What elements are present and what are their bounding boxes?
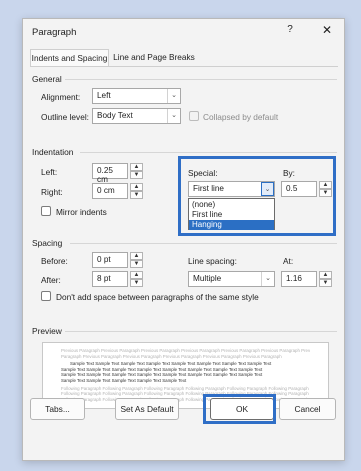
at-input[interactable]: 1.16: [281, 271, 317, 287]
special-highlight-box: [178, 156, 336, 236]
dialog-title: Paragraph: [32, 27, 77, 38]
title-bar: Paragraph ? ✕: [23, 19, 344, 45]
after-spinner[interactable]: ▲ ▼: [130, 271, 143, 287]
collapsed-by-default-checkbox[interactable]: [189, 111, 199, 121]
caret-up-icon[interactable]: ▲: [130, 271, 143, 279]
after-input[interactable]: 8 pt: [92, 271, 128, 287]
caret-down-icon[interactable]: ▼: [130, 279, 143, 287]
chevron-down-icon: ⌄: [261, 272, 274, 286]
general-divider: [65, 79, 337, 80]
left-indent-label: Left:: [41, 167, 58, 177]
after-value: 8 pt: [97, 274, 111, 283]
spacing-divider: [70, 243, 337, 244]
tabs-button[interactable]: Tabs...: [30, 398, 85, 420]
left-indent-input[interactable]: 0.25 cm: [92, 163, 128, 184]
spacing-section-title: Spacing: [32, 238, 63, 248]
left-indent-value: 0.25 cm: [97, 166, 113, 184]
before-input[interactable]: 0 pt: [92, 252, 128, 268]
mirror-indents-label: Mirror indents: [56, 207, 107, 217]
before-label: Before:: [41, 256, 68, 266]
outline-level-select[interactable]: Body Text ⌄: [92, 108, 181, 124]
right-indent-spinner[interactable]: ▲ ▼: [130, 183, 143, 199]
line-spacing-value: Multiple: [193, 274, 222, 283]
right-indent-value: 0 cm: [97, 186, 115, 195]
caret-up-icon[interactable]: ▲: [130, 183, 143, 191]
preview-sample-line: Sample Text Sample Text Sample Text Samp…: [61, 377, 187, 383]
tab-indents-and-spacing[interactable]: Indents and Spacing: [30, 49, 109, 67]
paragraph-dialog: Paragraph ? ✕ Indents and Spacing Line a…: [22, 18, 345, 461]
outline-level-label: Outline level:: [41, 112, 89, 122]
preview-previous-line: Previous Paragraph Previous Paragraph Pr…: [61, 348, 310, 353]
right-indent-label: Right:: [41, 187, 63, 197]
caret-down-icon[interactable]: ▼: [130, 191, 143, 199]
tab-divider: [31, 66, 338, 67]
ok-highlight-box: [203, 394, 276, 424]
outline-level-value: Body Text: [97, 111, 133, 120]
left-indent-spinner[interactable]: ▲ ▼: [130, 163, 143, 179]
preview-section-title: Preview: [32, 326, 62, 336]
help-button[interactable]: ?: [283, 24, 297, 40]
line-spacing-select[interactable]: Multiple ⌄: [188, 271, 275, 287]
caret-up-icon[interactable]: ▲: [319, 271, 332, 279]
alignment-value: Left: [97, 91, 111, 100]
caret-up-icon[interactable]: ▲: [130, 163, 143, 171]
dont-add-space-label: Don't add space between paragraphs of th…: [56, 292, 259, 302]
before-spinner[interactable]: ▲ ▼: [130, 252, 143, 268]
alignment-select[interactable]: Left ⌄: [92, 88, 181, 104]
before-value: 0 pt: [97, 255, 111, 264]
caret-down-icon[interactable]: ▼: [130, 171, 143, 179]
preview-divider: [65, 331, 337, 332]
alignment-label: Alignment:: [41, 92, 81, 102]
indentation-divider: [80, 152, 337, 153]
mirror-indents-checkbox[interactable]: [41, 206, 51, 216]
preview-previous-line: Paragraph Previous Paragraph Previous Pa…: [61, 353, 282, 359]
tab-line-and-page-breaks[interactable]: Line and Page Breaks: [113, 49, 195, 67]
at-spinner[interactable]: ▲ ▼: [319, 271, 332, 287]
caret-down-icon[interactable]: ▼: [319, 279, 332, 287]
set-as-default-button[interactable]: Set As Default: [115, 398, 179, 420]
right-indent-input[interactable]: 0 cm: [92, 183, 128, 199]
chevron-down-icon: ⌄: [167, 109, 180, 123]
dont-add-space-checkbox[interactable]: [41, 291, 51, 301]
after-label: After:: [41, 275, 61, 285]
at-label: At:: [283, 256, 294, 266]
cancel-button[interactable]: Cancel: [279, 398, 336, 420]
indentation-section-title: Indentation: [32, 147, 74, 157]
close-button[interactable]: ✕: [319, 23, 335, 39]
collapsed-by-default-label: Collapsed by default: [203, 112, 279, 122]
general-section-title: General: [32, 74, 62, 84]
caret-up-icon[interactable]: ▲: [130, 252, 143, 260]
line-spacing-label: Line spacing:: [188, 256, 237, 266]
chevron-down-icon: ⌄: [167, 89, 180, 103]
at-value: 1.16: [286, 274, 302, 283]
caret-down-icon[interactable]: ▼: [130, 260, 143, 268]
